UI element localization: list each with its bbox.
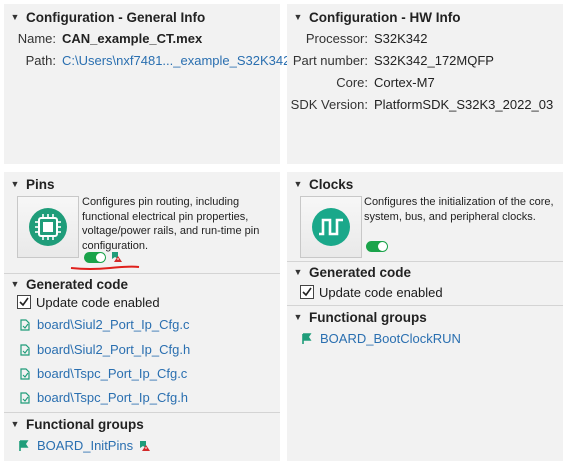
checkmark-icon xyxy=(19,297,29,307)
functional-groups-title: Functional groups xyxy=(309,309,427,325)
hw-info-title: Configuration - HW Info xyxy=(309,9,461,25)
path-label: Path: xyxy=(25,52,56,68)
generated-file-item[interactable]: board\Siul2_Port_Ip_Cfg.h xyxy=(20,342,190,357)
pins-update-code-checkbox[interactable]: Update code enabled xyxy=(17,293,160,311)
clocks-functional-groups-header[interactable]: ▼ Functional groups xyxy=(287,305,563,329)
clocks-update-code-checkbox[interactable]: Update code enabled xyxy=(300,283,443,301)
pins-title: Pins xyxy=(26,176,55,192)
core-label: Core: xyxy=(336,74,368,90)
core-row: Core: Cortex-M7 xyxy=(287,72,435,92)
generated-file-link[interactable]: board\Tspc_Port_Ip_Cfg.c xyxy=(37,366,187,381)
clocks-panel: ▼ Clocks Configures the initialization o… xyxy=(287,172,563,461)
clocks-tool-button[interactable] xyxy=(300,196,362,258)
collapse-chevron-icon[interactable]: ▼ xyxy=(287,312,309,322)
collapse-chevron-icon[interactable]: ▼ xyxy=(4,279,26,289)
core-value: Cortex-M7 xyxy=(374,74,435,90)
checkmark-icon xyxy=(302,287,312,297)
sdk-version-label: SDK Version: xyxy=(290,96,368,112)
collapse-chevron-icon[interactable]: ▼ xyxy=(287,179,309,189)
generated-file-item[interactable]: board\Siul2_Port_Ip_Cfg.c xyxy=(20,317,189,332)
checkbox-box[interactable] xyxy=(17,295,31,309)
collapse-chevron-icon[interactable]: ▼ xyxy=(4,179,26,189)
flag-icon xyxy=(302,332,312,344)
clocks-description: Configures the initialization of the cor… xyxy=(364,195,562,224)
chip-icon xyxy=(29,208,67,246)
general-info-title: Configuration - General Info xyxy=(26,9,206,25)
general-info-header[interactable]: ▼ Configuration - General Info xyxy=(4,5,280,29)
generated-code-title: Generated code xyxy=(309,264,412,280)
clocks-title: Clocks xyxy=(309,176,354,192)
generated-file-item[interactable]: board\Tspc_Port_Ip_Cfg.c xyxy=(20,366,187,381)
red-underline-annotation xyxy=(70,265,140,270)
file-icon xyxy=(20,343,30,356)
warning-pin-icon[interactable] xyxy=(139,440,151,452)
generated-file-link[interactable]: board\Tspc_Port_Ip_Cfg.h xyxy=(37,390,188,405)
part-number-label: Part number: xyxy=(292,52,368,68)
part-number-row: Part number: S32K342_172MQFP xyxy=(287,50,494,70)
clocks-generated-code-header[interactable]: ▼ Generated code xyxy=(287,260,563,284)
pins-description-line: voltage/power rails, and run-time pin xyxy=(82,225,260,237)
checkbox-box[interactable] xyxy=(300,285,314,299)
processor-label: Processor: xyxy=(305,30,368,46)
file-icon xyxy=(20,367,30,380)
name-row: Name: CAN_example_CT.mex xyxy=(4,28,202,48)
part-number-value: S32K342_172MQFP xyxy=(374,52,494,68)
clock-signal-icon xyxy=(312,208,350,246)
pins-enable-toggle[interactable] xyxy=(84,252,106,263)
toggle-knob xyxy=(378,242,387,251)
processor-row: Processor: S32K342 xyxy=(287,28,428,48)
functional-group-item[interactable]: BOARD_InitPins xyxy=(18,438,151,453)
functional-groups-title: Functional groups xyxy=(26,416,144,432)
path-link[interactable]: C:\Users\nxf7481..._example_S32K342 xyxy=(62,53,290,68)
pins-header[interactable]: ▼ Pins xyxy=(4,172,280,196)
clocks-description-line: system, bus, and peripheral clocks. xyxy=(364,210,536,223)
functional-group-link[interactable]: BOARD_BootClockRUN xyxy=(320,331,461,346)
clocks-description-line: Configures the initialization of the cor… xyxy=(364,196,554,208)
clocks-enable-toggle[interactable] xyxy=(366,241,388,252)
generated-file-link[interactable]: board\Siul2_Port_Ip_Cfg.h xyxy=(37,342,190,357)
pins-description: Configures pin routing, including functi… xyxy=(82,195,278,253)
pins-panel: ▼ Pins Configures pin routing, including… xyxy=(4,172,280,461)
collapse-chevron-icon[interactable]: ▼ xyxy=(4,12,26,22)
hw-info-panel: ▼ Configuration - HW Info Processor: S32… xyxy=(287,4,563,164)
update-code-label: Update code enabled xyxy=(319,284,443,300)
collapse-chevron-icon[interactable]: ▼ xyxy=(4,419,26,429)
hw-info-header[interactable]: ▼ Configuration - HW Info xyxy=(287,5,563,29)
sdk-version-row: SDK Version: PlatformSDK_S32K3_2022_03 xyxy=(287,94,554,114)
generated-code-title: Generated code xyxy=(26,276,129,292)
path-row: Path: C:\Users\nxf7481..._example_S32K34… xyxy=(4,50,291,70)
collapse-chevron-icon[interactable]: ▼ xyxy=(287,12,309,22)
sdk-version-value: PlatformSDK_S32K3_2022_03 xyxy=(374,96,554,112)
general-info-panel: ▼ Configuration - General Info Name: CAN… xyxy=(4,4,290,164)
pins-functional-groups-header[interactable]: ▼ Functional groups xyxy=(4,412,280,436)
clocks-header[interactable]: ▼ Clocks xyxy=(287,172,563,196)
generated-file-item[interactable]: board\Tspc_Port_Ip_Cfg.h xyxy=(20,390,188,405)
file-icon xyxy=(20,391,30,404)
pins-description-line: functional electrical pin properties, xyxy=(82,210,249,223)
functional-group-item[interactable]: BOARD_BootClockRUN xyxy=(301,331,461,346)
pins-description-line: Configures pin routing, including xyxy=(82,196,240,208)
pins-tool-button[interactable] xyxy=(17,196,79,258)
flag-icon xyxy=(19,439,29,451)
name-label: Name: xyxy=(17,30,56,46)
generated-file-link[interactable]: board\Siul2_Port_Ip_Cfg.c xyxy=(37,317,189,332)
collapse-chevron-icon[interactable]: ▼ xyxy=(287,267,309,277)
name-value: CAN_example_CT.mex xyxy=(62,30,203,46)
warning-pin-icon[interactable] xyxy=(111,251,123,263)
processor-value: S32K342 xyxy=(374,30,428,46)
toggle-knob xyxy=(96,253,105,262)
file-icon xyxy=(20,318,30,331)
update-code-label: Update code enabled xyxy=(36,294,160,310)
functional-group-link[interactable]: BOARD_InitPins xyxy=(37,438,133,453)
